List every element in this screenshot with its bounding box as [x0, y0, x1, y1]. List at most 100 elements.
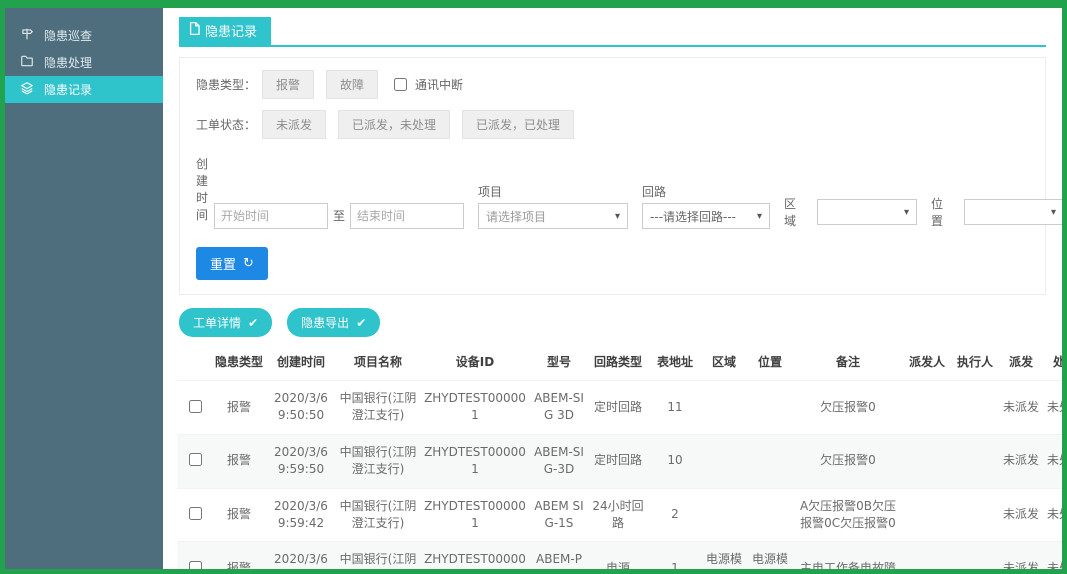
hazard-type-label: 隐患类型： [196, 76, 256, 93]
column-header: 隐患类型 [213, 343, 265, 381]
cell-remark: A欠压报警0B欠压报警0C欠压报警0 [793, 488, 903, 542]
action-buttons: 工单详情 ✔ 隐患导出 ✔ [179, 308, 1046, 337]
sidebar-item-hazard-handle[interactable]: 隐患处理 [5, 49, 163, 76]
sidebar-item-hazard-record[interactable]: 隐患记录 [5, 76, 163, 103]
cell-executor [951, 542, 999, 569]
reset-button-label: 重置 [210, 254, 236, 273]
status-dispatched-handled-button[interactable]: 已派发，已处理 [462, 110, 574, 139]
page-title: 隐患记录 [205, 21, 257, 40]
circuit-select[interactable]: ---请选择回路--- ▾ [642, 203, 770, 229]
row-checkbox[interactable] [189, 561, 202, 569]
row-checkbox[interactable] [189, 400, 202, 413]
cell-location [747, 381, 793, 435]
table-row: 报警2020/3/6 9:50:36中国银行(江阴澄江支行)ZHYDTEST00… [177, 542, 1062, 569]
cell-dispatch: 未派发 [999, 542, 1043, 569]
cell-circuit: 24小时回路 [587, 488, 649, 542]
create-time-label: 创建时间 [196, 155, 208, 229]
cell-remark: 欠压报警0 [793, 381, 903, 435]
layers-icon [20, 81, 34, 98]
table-row: 报警2020/3/6 9:50:50中国银行(江阴澄江支行)ZHYDTEST00… [177, 381, 1062, 435]
region-label: 区域 [784, 195, 806, 229]
cell-device-id: ZHYDTEST000001 [419, 488, 531, 542]
region-select[interactable]: ▾ [817, 199, 917, 225]
comm-interrupt-checkbox[interactable] [394, 78, 407, 91]
cell-remark: 主电工作备电故障 [793, 542, 903, 569]
cell-executor [951, 488, 999, 542]
cell-project: 中国银行(江阴澄江支行) [337, 434, 419, 488]
column-header: 派发 [999, 343, 1043, 381]
cell-location [747, 488, 793, 542]
cell-handle: 未处理 [1043, 542, 1062, 569]
work-order-detail-button[interactable]: 工单详情 ✔ [179, 308, 272, 337]
cell-time: 2020/3/6 9:59:50 [265, 434, 337, 488]
hazard-type-filter-row: 隐患类型： 报警 故障 通讯中断 [196, 70, 1029, 99]
end-time-input[interactable] [350, 203, 464, 229]
cell-circuit: 定时回路 [587, 381, 649, 435]
hazard-export-button[interactable]: 隐患导出 ✔ [287, 308, 380, 337]
cell-type: 报警 [213, 542, 265, 569]
refresh-icon: ↻ [243, 256, 254, 271]
row-checkbox-cell [177, 381, 213, 435]
circuit-label: 回路 [642, 183, 770, 200]
cell-device-id: ZHYDTEST000001 [419, 381, 531, 435]
project-select[interactable]: 请选择项目 ▾ [478, 203, 628, 229]
region-select-group: 区域 ▾ [784, 195, 917, 229]
cell-address: 1 [649, 542, 701, 569]
column-header: 型号 [531, 343, 587, 381]
row-checkbox[interactable] [189, 507, 202, 520]
sidebar-item-hazard-patrol[interactable]: 隐患巡查 [5, 22, 163, 49]
cell-time: 2020/3/6 9:50:50 [265, 381, 337, 435]
column-header: 创建时间 [265, 343, 337, 381]
cell-model: ABEM-POWER [531, 542, 587, 569]
check-icon: ✔ [248, 316, 258, 330]
row-checkbox[interactable] [189, 453, 202, 466]
cell-time: 2020/3/6 9:59:42 [265, 488, 337, 542]
cell-device-id: ZHYDTEST000001 [419, 542, 531, 569]
table-row: 报警2020/3/6 9:59:50中国银行(江阴澄江支行)ZHYDTEST00… [177, 434, 1062, 488]
hazard-type-alarm-button[interactable]: 报警 [262, 70, 314, 99]
filter-panel: 隐患类型： 报警 故障 通讯中断 工单状态： 未派发 已派发，未处理 已派发，已… [179, 57, 1046, 295]
circuit-select-value: ---请选择回路--- [650, 208, 736, 225]
table-row: 报警2020/3/6 9:59:42中国银行(江阴澄江支行)ZHYDTEST00… [177, 488, 1062, 542]
status-dispatched-unhandled-button[interactable]: 已派发，未处理 [338, 110, 450, 139]
cell-dispatch: 未派发 [999, 488, 1043, 542]
row-checkbox-cell [177, 434, 213, 488]
sidebar: 隐患巡查 隐患处理 隐患记录 [5, 8, 163, 569]
order-status-label: 工单状态： [196, 116, 256, 133]
location-label: 位置 [931, 195, 953, 229]
cell-address: 2 [649, 488, 701, 542]
title-bar: 隐患记录 [179, 8, 1046, 47]
start-time-input[interactable] [214, 203, 328, 229]
cell-address: 10 [649, 434, 701, 488]
row-checkbox-cell [177, 488, 213, 542]
cell-type: 报警 [213, 488, 265, 542]
column-header: 设备ID [419, 343, 531, 381]
column-header: 区域 [701, 343, 747, 381]
location-select-group: 位置 ▾ [931, 195, 1062, 229]
comm-interrupt-checkbox-group: 通讯中断 [390, 75, 463, 94]
column-header: 表地址 [649, 343, 701, 381]
cell-model: ABEM-SIG-3D [531, 434, 587, 488]
main-content: 隐患记录 隐患类型： 报警 故障 通讯中断 工单状态： 未派发 已派发，未处理 … [163, 8, 1062, 569]
project-select-group: 项目 请选择项目 ▾ [478, 183, 628, 229]
folder-icon [20, 54, 34, 71]
status-undispatched-button[interactable]: 未派发 [262, 110, 326, 139]
chevron-down-icon: ▾ [757, 211, 762, 222]
cell-type: 报警 [213, 381, 265, 435]
cell-remark: 欠压报警0 [793, 434, 903, 488]
hazard-type-fault-button[interactable]: 故障 [326, 70, 378, 99]
signpost-icon [20, 27, 34, 44]
column-header: 项目名称 [337, 343, 419, 381]
work-order-detail-label: 工单详情 [193, 314, 241, 331]
sidebar-item-label: 隐患记录 [44, 81, 92, 98]
row-checkbox-cell [177, 542, 213, 569]
sidebar-item-label: 隐患巡查 [44, 27, 92, 44]
location-select[interactable]: ▾ [964, 199, 1062, 225]
cell-address: 11 [649, 381, 701, 435]
circuit-select-group: 回路 ---请选择回路--- ▾ [642, 183, 770, 229]
time-project-filter-row: 创建时间 至 项目 请选择项目 ▾ 回路 ---请选择回路--- ▾ [196, 155, 1029, 229]
cell-handle: 未处理 [1043, 381, 1062, 435]
cell-project: 中国银行(江阴澄江支行) [337, 381, 419, 435]
column-header: 派发人 [903, 343, 951, 381]
reset-button[interactable]: 重置 ↻ [196, 247, 268, 280]
